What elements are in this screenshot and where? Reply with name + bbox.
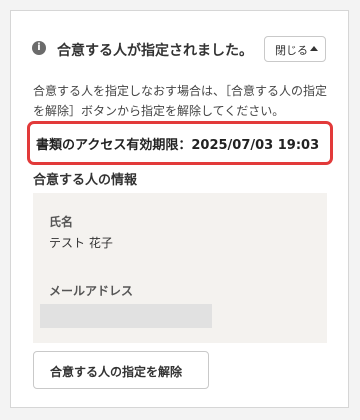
release-signer-label: 合意する人の指定を解除 [50, 365, 183, 379]
expiry-label: 書類のアクセス有効期限： [36, 138, 192, 153]
header-message: 合意する人が指定されました。 [57, 43, 253, 59]
close-button[interactable]: 閉じる [264, 36, 326, 62]
email-label: メールアドレス [49, 284, 134, 298]
panel-header: i 合意する人が指定されました。 閉じる [32, 36, 332, 62]
release-signer-button[interactable]: 合意する人の指定を解除 [33, 351, 209, 389]
email-value-redacted [40, 304, 212, 328]
close-button-label: 閉じる [275, 44, 308, 57]
signer-panel: i 合意する人が指定されました。 閉じる 合意する人を指定しなおす場合は、［合意… [10, 10, 349, 408]
caret-up-icon [310, 46, 318, 51]
description-text: 合意する人を指定しなおす場合は、［合意する人の指定を解除］ボタンから指定を解除し… [33, 84, 328, 118]
name-value: テスト 花子 [49, 236, 113, 250]
expiry-highlight: 書類のアクセス有効期限：2025/07/03 19:03 [27, 121, 333, 165]
expiry-value: 2025/07/03 19:03 [191, 138, 320, 153]
signer-info-box: 氏名 テスト 花子 メールアドレス [33, 193, 327, 343]
expiry-line: 書類のアクセス有効期限：2025/07/03 19:03 [36, 134, 319, 153]
signer-info-title: 合意する人の情報 [33, 173, 138, 188]
info-icon: i [32, 41, 46, 55]
name-label: 氏名 [49, 215, 74, 229]
